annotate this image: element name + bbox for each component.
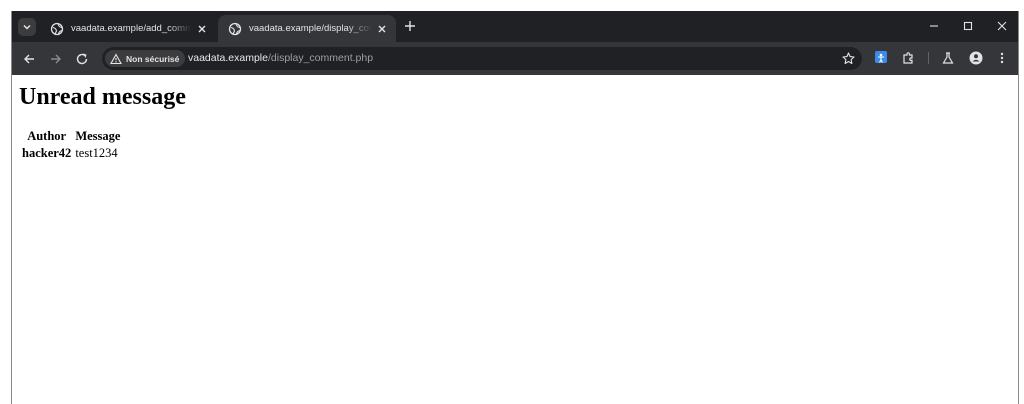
url-text: vaadata.example/display_comment.php <box>188 52 373 64</box>
minimize-icon[interactable] <box>928 20 940 32</box>
close-window-icon[interactable] <box>996 20 1008 32</box>
author-column-header: Author <box>27 129 67 143</box>
accessibility-extension-icon[interactable] <box>875 51 887 63</box>
message-column-header: Message <box>75 129 121 143</box>
table-header-row: Author Message <box>21 129 121 144</box>
url-host: vaadata.example <box>188 52 268 64</box>
bookmark-star-icon[interactable] <box>842 52 855 65</box>
forward-arrow-icon[interactable] <box>49 52 63 66</box>
extensions-puzzle-icon[interactable] <box>901 51 915 65</box>
table-row: hacker42 test1234 <box>21 146 121 161</box>
toolbar: Non sécurisé vaadata.example/display_com… <box>12 42 1018 75</box>
globe-icon <box>50 22 64 35</box>
tab-add-comment[interactable]: vaadata.example/add_comment <box>40 15 216 42</box>
maximize-icon[interactable] <box>962 20 974 32</box>
tab-strip: vaadata.example/add_comment vaadata.exam… <box>12 11 1018 42</box>
address-bar[interactable]: Non sécurisé vaadata.example/display_com… <box>102 47 862 70</box>
toolbar-divider <box>928 52 929 64</box>
security-label: Non sécurisé <box>126 53 180 64</box>
tab-display-comment[interactable]: vaadata.example/display_comment <box>218 15 396 42</box>
warning-icon <box>110 52 122 64</box>
security-chip[interactable]: Non sécurisé <box>105 50 186 67</box>
messages-table: Author Message hacker42 test1234 <box>19 127 123 163</box>
tab-search-button[interactable] <box>18 18 36 36</box>
back-arrow-icon[interactable] <box>22 52 36 66</box>
more-menu-icon[interactable] <box>995 51 1009 65</box>
profile-avatar-icon[interactable] <box>969 51 983 65</box>
reload-icon[interactable] <box>75 52 89 66</box>
close-icon[interactable] <box>376 23 388 35</box>
author-cell: hacker42 <box>22 146 72 160</box>
person-icon <box>878 53 884 63</box>
message-cell: test1234 <box>75 146 118 160</box>
page-heading: Unread message <box>19 84 186 110</box>
new-tab-plus-icon[interactable] <box>403 19 417 33</box>
page-content: Unread message Author Message hacker42 t… <box>12 75 1018 404</box>
globe-icon <box>228 22 242 35</box>
tab-title: vaadata.example/add_comment <box>71 23 192 34</box>
browser-window: vaadata.example/add_comment vaadata.exam… <box>11 11 1019 404</box>
labs-flask-icon[interactable] <box>941 51 955 65</box>
chevron-down-icon <box>23 24 31 30</box>
url-path: /display_comment.php <box>267 52 374 64</box>
close-icon[interactable] <box>196 23 208 35</box>
tab-title: vaadata.example/display_comment <box>249 23 372 34</box>
